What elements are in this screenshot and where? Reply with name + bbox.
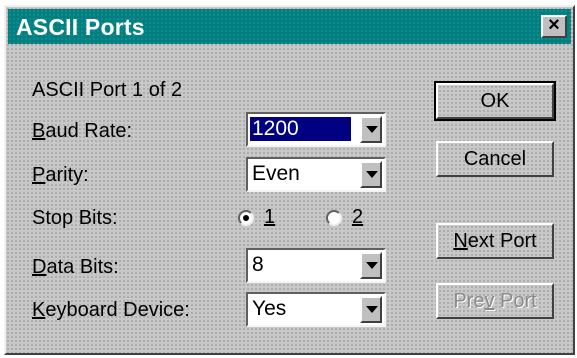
data-bits-label: Data Bits: <box>32 256 119 278</box>
chevron-down-icon[interactable] <box>360 161 382 188</box>
close-icon: × <box>548 14 560 36</box>
cancel-button[interactable]: Cancel <box>436 141 554 177</box>
baud-rate-value: 1200 <box>250 117 351 141</box>
stop-bits-1-radio[interactable] <box>238 210 254 226</box>
keyboard-device-combo[interactable]: Yes <box>246 292 386 327</box>
ascii-ports-dialog: ASCII Ports × ASCII Port 1 of 2 Baud Rat… <box>4 5 575 355</box>
stop-bits-2-label[interactable]: 2 <box>352 206 363 229</box>
keyboard-device-label: Keyboard Device: <box>32 299 190 321</box>
keyboard-device-value: Yes <box>252 297 287 320</box>
port-info-label: ASCII Port 1 of 2 <box>32 79 183 101</box>
window-title: ASCII Ports <box>16 14 145 40</box>
chevron-down-icon[interactable] <box>360 252 382 279</box>
parity-label: Parity: <box>32 164 89 186</box>
title-bar[interactable]: ASCII Ports × <box>8 9 571 44</box>
close-button[interactable]: × <box>541 15 567 38</box>
ok-button[interactable]: OK <box>434 81 556 121</box>
stop-bits-label: Stop Bits: <box>32 207 118 229</box>
stop-bits-2-radio[interactable] <box>326 210 342 226</box>
chevron-down-icon[interactable] <box>360 296 382 323</box>
next-port-button[interactable]: Next Port <box>436 223 554 259</box>
baud-rate-combo[interactable]: 1200 <box>246 112 386 147</box>
parity-combo[interactable]: Even <box>246 157 386 192</box>
data-bits-value: 8 <box>252 253 264 276</box>
stop-bits-1-label[interactable]: 1 <box>264 206 275 229</box>
prev-port-button: Prev Port <box>436 283 554 319</box>
baud-rate-label: Baud Rate: <box>32 120 133 142</box>
parity-value: Even <box>252 162 300 185</box>
data-bits-combo[interactable]: 8 <box>246 248 386 283</box>
chevron-down-icon[interactable] <box>360 116 382 143</box>
